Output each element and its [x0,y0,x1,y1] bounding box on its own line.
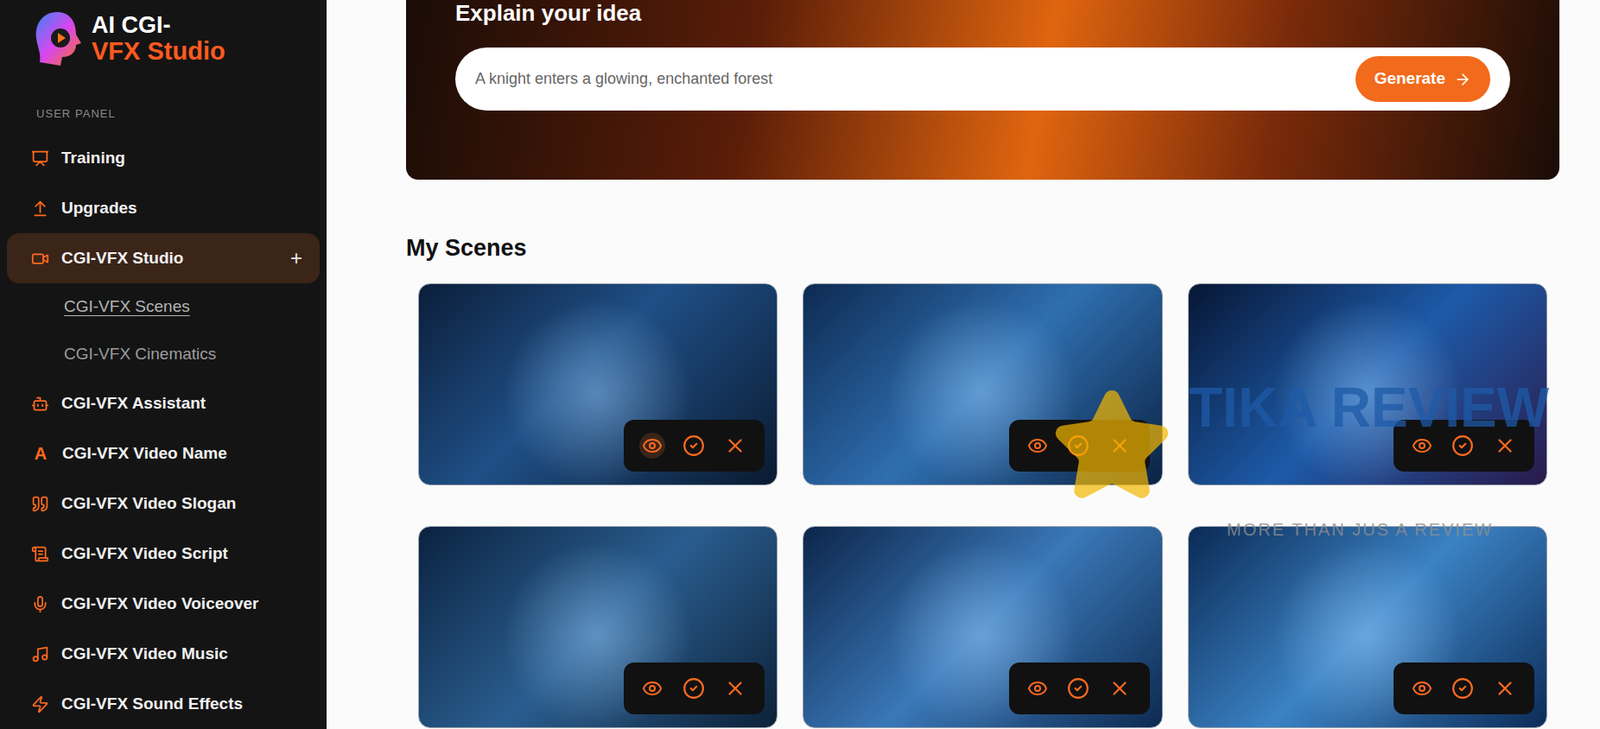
scene-actions [623,662,765,715]
sidebar-item[interactable]: CGI-VFX Assistant [6,378,320,429]
letter-icon: A [31,440,51,467]
menu-icon [31,595,50,614]
delete-button[interactable] [1491,674,1519,703]
eye-icon [641,435,663,457]
scene-card[interactable] [802,283,1162,486]
check-circle-icon [1451,677,1474,700]
logo[interactable]: AI CGI-VFX Studio [0,0,327,103]
view-button[interactable] [1409,432,1435,459]
check-circle-icon [1451,434,1474,458]
select-button[interactable] [1064,431,1093,460]
close-icon [1493,434,1517,458]
menu-icon [31,394,50,413]
select-button[interactable] [1448,674,1477,703]
scene-actions [1009,419,1150,472]
prompt-title: Explain your idea [455,0,1511,26]
scene-actions [1009,662,1150,715]
close-icon [1108,434,1131,458]
delete-button[interactable] [1105,674,1134,703]
sidebar-subitem[interactable]: CGI-VFX Cinematics [0,330,327,379]
eye-icon [1411,435,1433,457]
sidebar-item[interactable]: CGI-VFX Video Voiceover [6,578,320,629]
delete-button[interactable] [1491,431,1519,460]
select-button[interactable] [1064,674,1093,703]
logo-icon [31,8,85,70]
sidebar-item[interactable]: ACGI-VFX Video Name [6,428,320,479]
menu-icon [31,199,50,218]
main: Explain your idea Generate My Scenes [326,0,1600,729]
sidebar-subitem[interactable]: CGI-VFX Scenes [0,283,327,331]
check-circle-icon [1066,434,1090,458]
eye-icon [1411,678,1433,699]
generate-button[interactable]: Generate [1355,56,1491,102]
sidebar-item[interactable]: CGI-VFX Video Slogan [6,478,320,529]
scene-card[interactable] [802,526,1162,729]
prompt-banner: Explain your idea Generate [406,0,1560,180]
app: AI CGI-VFX StudioUSER PANELTrainingUpgra… [0,0,1600,729]
close-icon [723,434,747,458]
scene-card[interactable] [418,526,778,729]
view-button[interactable] [639,432,666,459]
sidebar-item[interactable]: CGI-VFX Video Music [6,628,320,680]
delete-button[interactable] [1105,431,1134,460]
scene-card[interactable] [418,283,778,486]
prompt-field: Generate [455,47,1511,111]
menu-icon [31,249,50,268]
close-icon [1108,677,1131,700]
menu-icon [31,645,50,664]
arrow-right-icon [1453,70,1472,89]
sidebar-item[interactable]: CGI-VFX Video Script [6,528,320,579]
scene-actions [1393,662,1535,715]
check-circle-icon [1066,677,1090,700]
menu-icon [31,545,50,564]
select-button[interactable] [1448,431,1477,460]
scenes-title: My Scenes [406,234,1560,262]
watermark-title: TIKA REVIEW [1188,380,1550,436]
scene-actions [623,419,765,472]
menu-icon [31,695,50,714]
select-button[interactable] [679,431,708,460]
eye-icon [641,678,663,699]
delete-button[interactable] [721,674,750,703]
sidebar-item[interactable]: Training [6,133,320,184]
sidebar-item[interactable]: Upgrades [6,183,320,234]
view-button[interactable] [1409,675,1435,702]
sidebar-item[interactable]: CGI-VFX Studio+ [6,233,320,284]
scene-card[interactable] [1187,283,1548,486]
check-circle-icon [682,434,705,458]
expand-toggle[interactable]: + [290,247,303,269]
eye-icon [1027,678,1048,699]
sidebar-item[interactable]: CGI-VFX Sound Effects [6,679,320,729]
view-button[interactable] [1024,432,1051,459]
menu-icon [31,149,50,168]
section-label: USER PANEL [0,102,327,126]
prompt-input[interactable] [475,67,1346,91]
watermark-tagline: MORE THAN JUS A REVIEW [1226,516,1493,543]
check-circle-icon [682,677,705,700]
view-button[interactable] [639,675,666,702]
eye-icon [1027,435,1048,457]
scene-actions [1393,419,1535,472]
close-icon [1493,677,1517,700]
view-button[interactable] [1024,675,1051,702]
delete-button[interactable] [721,431,750,460]
scene-card[interactable] [1187,526,1548,729]
logo-line2: VFX Studio [91,38,226,64]
menu-icon [31,495,50,514]
star-icon [1050,385,1174,508]
logo-line1: AI CGI- [91,13,226,38]
close-icon [723,677,747,700]
scenes-grid [406,283,1560,729]
sidebar-menu: TrainingUpgradesCGI-VFX Studio+CGI-VFX S… [0,133,327,729]
sidebar: AI CGI-VFX StudioUSER PANELTrainingUpgra… [0,0,327,729]
select-button[interactable] [679,674,708,703]
